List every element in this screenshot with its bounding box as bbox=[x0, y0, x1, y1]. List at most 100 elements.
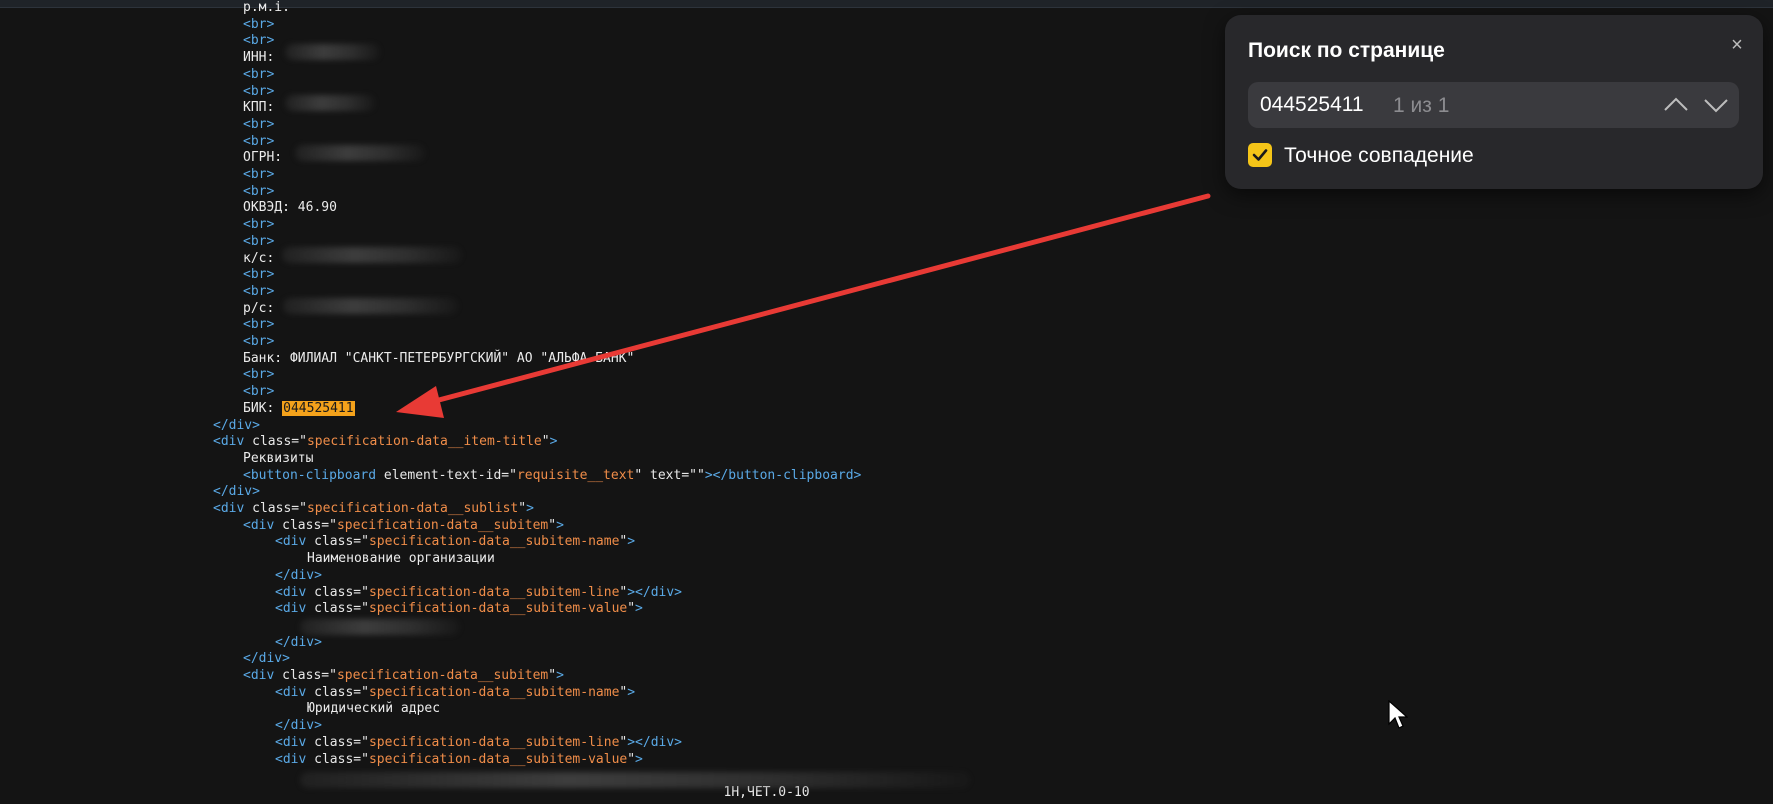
source-punctuation: > bbox=[635, 751, 643, 767]
source-attr-name: text bbox=[650, 467, 682, 483]
source-line: <div class="specification-data__subitem"… bbox=[243, 667, 564, 684]
source-tag: </div> bbox=[213, 417, 260, 433]
exact-match-checkbox[interactable] bbox=[1248, 143, 1272, 167]
source-punctuation: < bbox=[243, 668, 251, 683]
mouse-cursor-icon bbox=[1388, 700, 1408, 729]
source-punctuation: =" bbox=[353, 734, 369, 750]
source-punctuation: < bbox=[275, 534, 283, 550]
checkmark-icon bbox=[1252, 149, 1268, 161]
source-line: <br> bbox=[243, 216, 274, 233]
redacted-value bbox=[285, 95, 375, 111]
chevron-down-icon bbox=[1704, 99, 1728, 113]
source-attr-value: specification-data__subitem-value bbox=[368, 751, 628, 767]
source-tag: </div> bbox=[213, 484, 260, 500]
exact-match-label: Точное совпадение bbox=[1284, 144, 1474, 167]
source-text: к/с: bbox=[243, 250, 275, 266]
source-line: ОГРН: bbox=[243, 149, 282, 166]
search-highlight: 044525411 bbox=[282, 400, 355, 416]
source-tag-name: div bbox=[282, 584, 307, 600]
find-panel-title: Поиск по странице bbox=[1248, 39, 1445, 62]
close-icon[interactable]: × bbox=[1725, 33, 1749, 57]
redacted-value bbox=[283, 298, 458, 314]
source-attr-name: class bbox=[314, 534, 354, 550]
source-punctuation: =" bbox=[291, 434, 307, 450]
source-punctuation: ></div> bbox=[627, 734, 683, 750]
source-tag: <br> bbox=[243, 283, 275, 299]
source-line: </div> bbox=[243, 650, 290, 667]
source-punctuation: > bbox=[704, 467, 713, 483]
source-line: <div class="specification-data__sublist"… bbox=[213, 500, 534, 517]
source-tag: </button-clipboard> bbox=[712, 467, 862, 483]
source-line: </div> bbox=[213, 417, 260, 434]
previous-match-button[interactable] bbox=[1660, 90, 1692, 120]
source-tag: <br> bbox=[243, 334, 275, 349]
source-text: р/с: bbox=[243, 300, 275, 316]
source-tag: </div> bbox=[275, 718, 322, 734]
source-line: </div> bbox=[213, 483, 260, 500]
source-punctuation: =" bbox=[321, 517, 337, 533]
source-line: <br> bbox=[243, 383, 274, 400]
source-attr-value: specification-data__subitem-name bbox=[368, 684, 620, 700]
source-punctuation: < bbox=[213, 501, 221, 516]
source-attr-value: requisite__text bbox=[516, 467, 635, 483]
source-line: <div class="specification-data__subitem"… bbox=[243, 517, 564, 534]
source-punctuation bbox=[274, 518, 282, 533]
source-punctuation: ></div> bbox=[627, 584, 683, 600]
match-count: 1 из 1 bbox=[1393, 94, 1450, 117]
source-punctuation: < bbox=[243, 517, 251, 533]
source-tag-name: div bbox=[250, 517, 275, 533]
source-tag: <br> bbox=[243, 83, 275, 99]
chevron-up-icon bbox=[1664, 97, 1688, 111]
source-line: <br> bbox=[243, 366, 274, 383]
source-punctuation: =" bbox=[353, 584, 369, 600]
source-line: <br> bbox=[243, 66, 274, 83]
source-line: <br> bbox=[243, 116, 274, 133]
source-punctuation bbox=[376, 468, 384, 483]
source-line: <br> bbox=[243, 133, 274, 150]
source-attr-name: class bbox=[314, 684, 354, 700]
source-line: <br> bbox=[243, 316, 274, 333]
source-text: р.м.і. bbox=[243, 0, 290, 15]
source-tag: </div> bbox=[275, 634, 322, 650]
source-line: <br> bbox=[243, 83, 274, 100]
source-punctuation: =" bbox=[353, 751, 369, 767]
bik-label: БИК: bbox=[243, 400, 283, 416]
source-tag: <br> bbox=[243, 116, 275, 132]
source-attr-value: specification-data__subitem-value bbox=[368, 601, 628, 617]
source-text: Наименование организации bbox=[307, 551, 495, 567]
source-tag: <br> bbox=[243, 367, 275, 383]
redacted-value bbox=[300, 619, 460, 635]
source-attr-name: element-text-id bbox=[383, 467, 502, 483]
source-tag-name: div bbox=[282, 684, 307, 700]
next-match-button[interactable] bbox=[1700, 90, 1732, 120]
source-line: <br> bbox=[243, 32, 274, 49]
source-attr-value: specification-data__sublist bbox=[306, 501, 519, 516]
source-line: <br> bbox=[243, 233, 274, 250]
source-punctuation: > bbox=[556, 668, 564, 683]
source-line: р/с: bbox=[243, 300, 274, 317]
source-punctuation: " bbox=[627, 751, 636, 767]
source-line: <br> bbox=[243, 183, 274, 200]
source-punctuation: =" bbox=[353, 684, 369, 700]
source-punctuation: > bbox=[556, 517, 564, 533]
source-attr-name: class bbox=[252, 501, 292, 516]
redacted-value bbox=[295, 145, 425, 161]
source-tag-name: div bbox=[220, 501, 245, 516]
source-punctuation bbox=[306, 585, 314, 600]
source-tag: <br> bbox=[243, 233, 275, 249]
source-line: КПП: bbox=[243, 99, 274, 116]
source-tag: </div> bbox=[243, 651, 290, 667]
source-line: Реквизиты bbox=[243, 450, 313, 467]
source-line: <div class="specification-data__subitem-… bbox=[275, 734, 682, 751]
source-line: </div> bbox=[275, 634, 322, 651]
source-line: ИНН: bbox=[243, 49, 274, 66]
source-punctuation: < bbox=[275, 751, 283, 767]
source-line: Банк: ФИЛИАЛ "САНКТ-ПЕТЕРБУРГСКИЙ" АО "А… bbox=[243, 350, 634, 367]
source-punctuation: =" bbox=[681, 467, 697, 483]
source-line: <div class="specification-data__subitem-… bbox=[275, 751, 643, 768]
source-tag: <br> bbox=[243, 217, 275, 233]
source-punctuation: " bbox=[541, 434, 550, 450]
source-tag-name: div bbox=[282, 534, 307, 550]
source-attr-name: class bbox=[314, 601, 354, 617]
find-on-page-panel: Поиск по странице × 1 из 1 Точное совпад… bbox=[1225, 15, 1763, 189]
